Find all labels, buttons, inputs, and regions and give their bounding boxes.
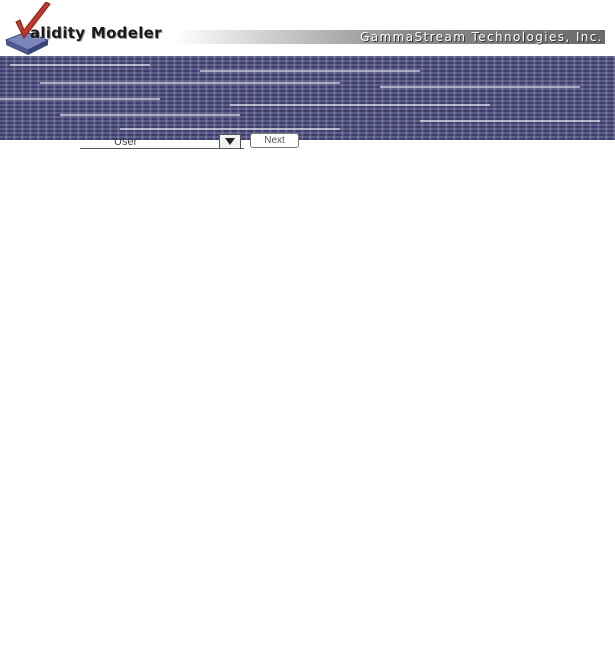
- form-caption: ...: [76, 152, 91, 158]
- dropdown-button[interactable]: [219, 134, 241, 149]
- next-button[interactable]: Next: [250, 133, 299, 148]
- app-header: alidity Modeler GammaStream Technologies…: [0, 0, 615, 56]
- company-name: GammaStream Technologies, Inc.: [360, 30, 603, 44]
- chevron-down-icon: [225, 138, 235, 145]
- app-title: alidity Modeler: [30, 24, 162, 42]
- login-form-row: Next: [0, 132, 615, 160]
- banner: [0, 56, 615, 140]
